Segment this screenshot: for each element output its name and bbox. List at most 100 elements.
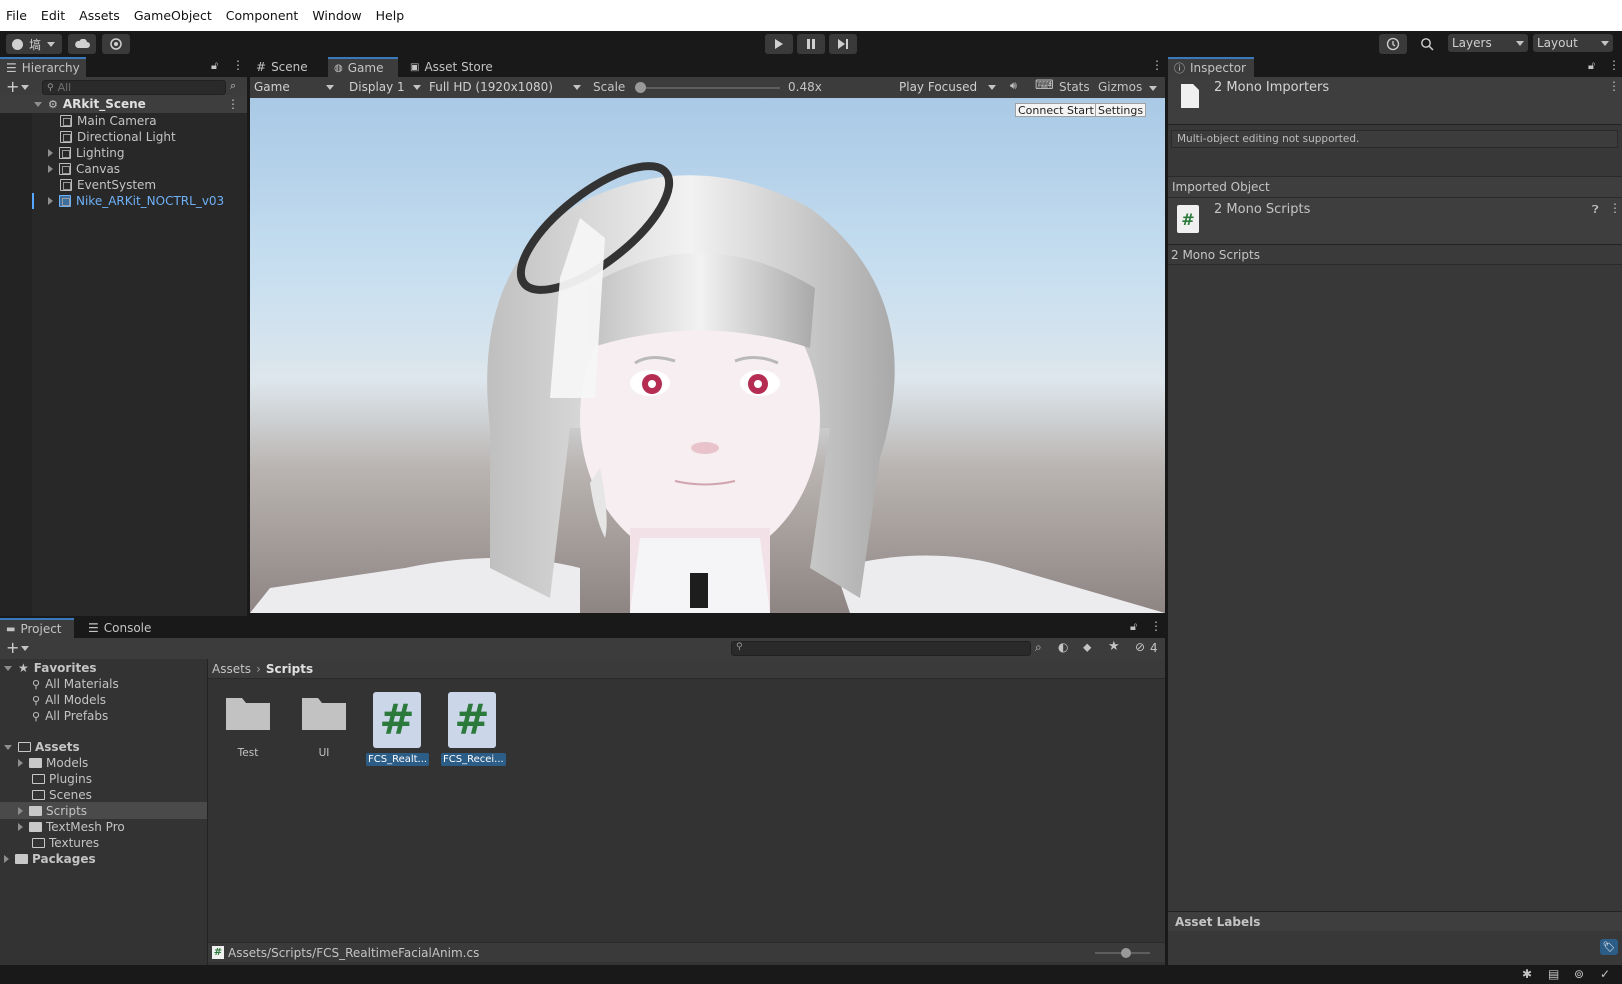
expand-arrow-icon[interactable] — [34, 101, 42, 107]
add-icon[interactable]: + — [6, 77, 19, 96]
filter-label-icon[interactable]: ⬥ — [1083, 640, 1091, 655]
expand-arrow-icon[interactable] — [18, 759, 23, 767]
kebab-menu-icon[interactable]: ⋮ — [232, 58, 244, 72]
favorite-star-icon[interactable]: ★ — [1108, 639, 1120, 654]
favorite-item[interactable]: ⚲ All Materials — [32, 676, 119, 692]
menu-gameobject[interactable]: GameObject — [134, 8, 212, 23]
settings-button[interactable]: Settings — [1095, 103, 1147, 117]
connect-start-button[interactable]: Connect Start — [1015, 103, 1097, 117]
tag-icon[interactable]: 🏷︎ — [1600, 939, 1618, 955]
keyboard-icon[interactable]: ⌨ — [1035, 78, 1054, 93]
kebab-menu-icon[interactable]: ⋮ — [227, 97, 239, 111]
account-button[interactable]: 塙 — [6, 34, 62, 54]
game-mode-dropdown[interactable]: Game — [250, 78, 338, 96]
folder-item[interactable]: Plugins — [32, 771, 92, 787]
auto-generate-lighting-icon[interactable]: ⊚ — [1574, 967, 1584, 981]
hidden-packages-icon[interactable]: ⊘ — [1135, 640, 1145, 654]
scale-slider[interactable] — [635, 82, 780, 93]
breadcrumb-scripts[interactable]: Scripts — [266, 662, 313, 676]
layout-dropdown[interactable]: Layout — [1533, 34, 1613, 52]
tab-scene[interactable]: # Scene — [250, 57, 322, 77]
folder-item[interactable]: Textures — [32, 835, 99, 851]
scene-row[interactable]: ⚙︎ ARkit_Scene ⋮ — [0, 95, 247, 113]
menu-window[interactable]: Window — [312, 8, 361, 23]
tab-project[interactable]: ▬ Project — [0, 618, 74, 638]
cloud-button[interactable] — [68, 34, 96, 54]
tab-inspector[interactable]: ⓘ Inspector — [1168, 57, 1254, 77]
packages-node[interactable]: Packages — [4, 851, 96, 867]
expand-arrow-icon[interactable] — [48, 165, 53, 173]
stats-button[interactable]: Stats — [1059, 80, 1090, 94]
chevron-down-icon[interactable] — [21, 646, 29, 651]
kebab-menu-icon[interactable]: ⋮ — [1151, 58, 1163, 72]
folder-item[interactable]: TextMesh Pro — [18, 819, 125, 835]
bug-icon[interactable]: ✱ — [1522, 967, 1532, 981]
hierarchy-item[interactable]: Canvas — [48, 161, 120, 177]
tab-asset-store[interactable]: ▣ Asset Store — [404, 57, 500, 77]
icon-size-slider[interactable] — [1095, 948, 1150, 958]
breadcrumb-assets[interactable]: Assets — [212, 662, 251, 676]
favorite-item[interactable]: ⚲ All Prefabs — [32, 708, 108, 724]
asset-item-fcs-realtime[interactable]: # FCS_Realt... — [366, 692, 430, 766]
hierarchy-item[interactable]: EventSystem — [60, 177, 156, 193]
kebab-menu-icon[interactable]: ⋮ — [1609, 201, 1621, 215]
favorite-item[interactable]: ⚲ All Models — [32, 692, 106, 708]
scale-slider-handle[interactable] — [635, 82, 646, 93]
menu-file[interactable]: File — [6, 8, 27, 23]
mute-audio-icon[interactable]: 🔊︎ — [1010, 79, 1017, 93]
expand-arrow-icon[interactable] — [48, 149, 53, 157]
search-scope-icon[interactable]: ⌕ — [1035, 640, 1042, 655]
gizmos-button[interactable]: Gizmos — [1098, 80, 1142, 94]
menu-assets[interactable]: Assets — [79, 8, 120, 23]
hierarchy-item[interactable]: Nike_ARKit_NOCTRL_v03 — [48, 193, 224, 209]
pause-button[interactable] — [797, 34, 825, 54]
game-viewport[interactable]: Connect Start Settings — [250, 98, 1165, 613]
asset-item-ui[interactable]: UI — [298, 692, 350, 759]
expand-arrow-icon[interactable] — [4, 855, 9, 863]
expand-arrow-icon[interactable] — [4, 665, 12, 671]
kebab-menu-icon[interactable]: ⋮ — [1608, 58, 1620, 72]
icon-size-handle[interactable] — [1121, 948, 1131, 958]
layers-dropdown[interactable]: Layers — [1448, 34, 1528, 52]
display-dropdown[interactable]: Display 1 — [345, 78, 425, 96]
menu-help[interactable]: Help — [376, 8, 405, 23]
expand-arrow-icon[interactable] — [48, 197, 53, 205]
filter-type-icon[interactable]: ◐ — [1058, 640, 1068, 654]
kebab-menu-icon[interactable]: ⋮ — [1608, 79, 1620, 93]
folder-item[interactable]: Scenes — [32, 787, 92, 803]
help-icon[interactable]: ❓︎ — [1592, 203, 1599, 217]
tab-game[interactable]: ◍ Game — [328, 57, 398, 77]
folder-item[interactable]: Scripts — [18, 803, 87, 819]
favorites-node[interactable]: ★ Favorites — [4, 660, 96, 676]
lock-icon[interactable]: 🔓︎ — [211, 59, 218, 73]
hierarchy-item[interactable]: Directional Light — [60, 129, 176, 145]
play-focus-dropdown[interactable]: Play Focused — [895, 78, 1000, 96]
search-button[interactable] — [1413, 34, 1441, 54]
add-icon[interactable]: + — [6, 638, 19, 657]
kebab-menu-icon[interactable]: ⋮ — [1150, 619, 1162, 633]
step-button[interactable] — [829, 34, 857, 54]
progress-check-icon[interactable]: ✓ — [1600, 967, 1610, 981]
expand-arrow-icon[interactable] — [4, 744, 12, 750]
assets-node[interactable]: Assets — [4, 739, 80, 755]
hierarchy-search-input[interactable]: ⚲ All — [42, 80, 226, 95]
play-button[interactable] — [765, 34, 793, 54]
asset-item-test[interactable]: Test — [222, 692, 274, 759]
scene-visibility-icon[interactable]: ⌕ — [230, 79, 236, 93]
lock-icon[interactable]: 🔓︎ — [1130, 620, 1137, 634]
expand-arrow-icon[interactable] — [18, 823, 23, 831]
collab-button[interactable] — [102, 34, 130, 54]
tab-console[interactable]: ☰ Console — [82, 618, 162, 638]
expand-arrow-icon[interactable] — [18, 807, 23, 815]
folder-item[interactable]: Models — [18, 755, 88, 771]
history-button[interactable] — [1379, 34, 1407, 54]
hierarchy-item[interactable]: Main Camera — [60, 113, 157, 129]
cache-server-icon[interactable]: ▤ — [1548, 967, 1559, 981]
project-search-input[interactable]: ⚲ — [731, 641, 1031, 656]
lock-icon[interactable]: 🔓︎ — [1588, 59, 1595, 73]
chevron-down-icon[interactable] — [1149, 86, 1157, 91]
hierarchy-item[interactable]: Lighting — [48, 145, 125, 161]
menu-component[interactable]: Component — [226, 8, 299, 23]
asset-item-fcs-receiver[interactable]: # FCS_Recei... — [441, 692, 506, 766]
menu-edit[interactable]: Edit — [41, 8, 65, 23]
